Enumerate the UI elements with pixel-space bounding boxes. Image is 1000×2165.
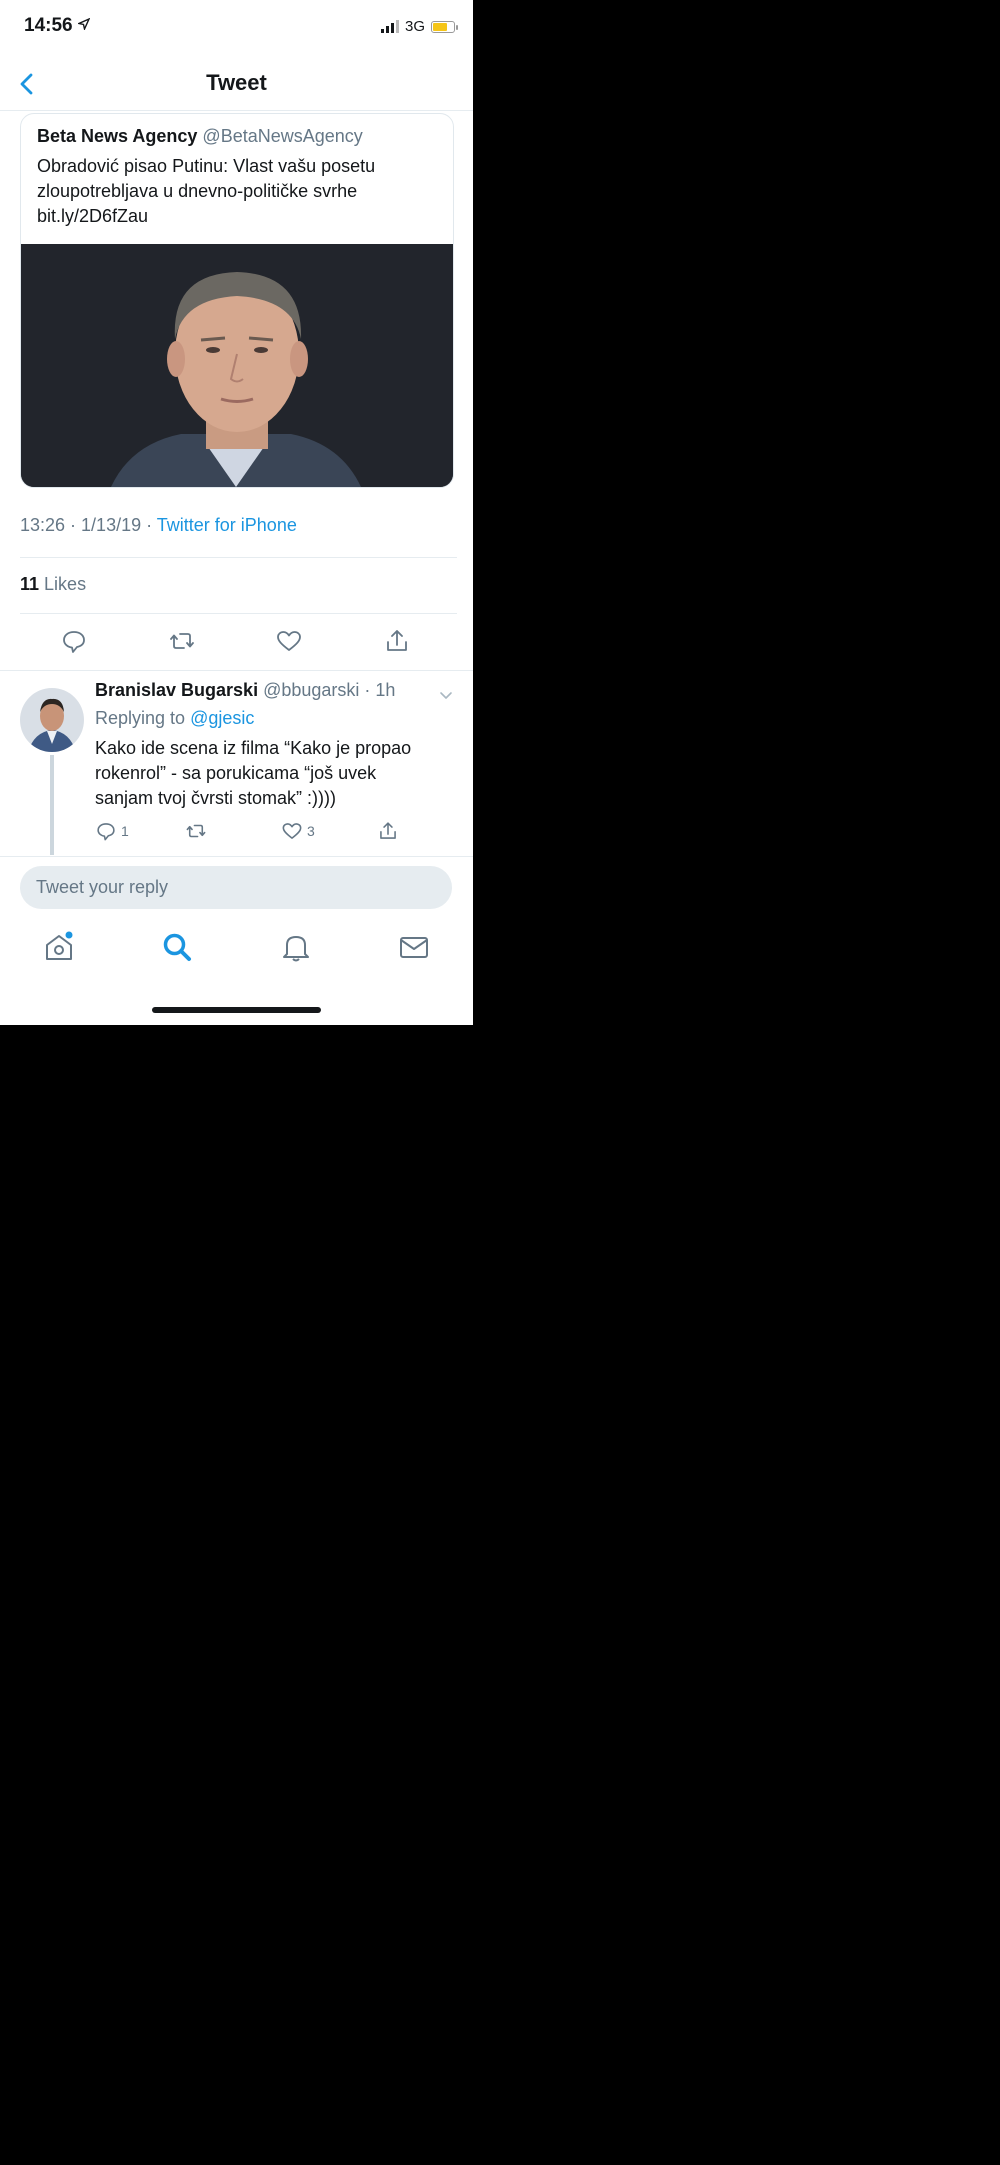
divider <box>20 557 457 558</box>
reply-text: Kako ide scena iz filma “Kako je propao … <box>95 736 455 811</box>
home-indicator <box>152 1007 321 1013</box>
reply-comment-count: 1 <box>121 823 129 839</box>
divider <box>0 856 473 857</box>
comment-icon <box>97 823 115 841</box>
comment-icon[interactable] <box>60 627 88 655</box>
quoted-text-line: Obradović pisao Putinu: Vlast vašu poset… <box>37 156 376 176</box>
quoted-tweet-text: Obradović pisao Putinu: Vlast vašu poset… <box>37 154 442 229</box>
home-icon[interactable] <box>42 930 76 964</box>
likes-label: Likes <box>44 574 87 594</box>
status-time: 14:56 <box>24 15 91 37</box>
compose-placeholder: Tweet your reply <box>36 877 169 897</box>
retweet-icon <box>186 824 206 838</box>
heart-icon <box>282 823 302 839</box>
reply-author-name[interactable]: Branislav Bugarski <box>95 680 258 700</box>
tweet-timestamp: 13:26 · 1/13/19 · Twitter for iPhone <box>20 515 297 535</box>
quoted-text-line: zloupotrebljava u dnevno-političke svrhe <box>37 181 358 201</box>
battery-icon <box>431 20 458 33</box>
reply-like-count: 3 <box>307 823 315 839</box>
quoted-tweet-header: Beta News Agency @BetaNewsAgency <box>37 126 363 147</box>
heart-icon[interactable] <box>275 627 303 655</box>
reply-like-button[interactable]: 3 <box>281 820 315 842</box>
tweet-source-link[interactable]: Twitter for iPhone <box>157 515 297 535</box>
reply-text-line: sanjam tvoj čvrsti stomak” :)))) <box>95 788 337 808</box>
chevron-down-icon[interactable] <box>437 686 455 704</box>
reply-text-line: Kako ide scena iz filma “Kako je propao <box>95 738 412 758</box>
page-title: Tweet <box>206 70 267 95</box>
bell-icon[interactable] <box>279 930 313 964</box>
phone-screen: 14:56 3G Tweet Beta News Agency @BetaNew… <box>0 0 473 1025</box>
reply-age: 1h <box>375 680 396 700</box>
reply-retweet-button[interactable] <box>185 820 207 842</box>
thread-line <box>50 755 54 855</box>
share-icon <box>380 822 396 839</box>
reply-compose-box[interactable]: Tweet your reply <box>20 866 452 909</box>
status-indicators: 3G <box>380 18 458 35</box>
navigation-bar: Tweet <box>0 60 473 111</box>
status-bar: 14:56 3G <box>0 0 473 56</box>
quoted-link[interactable]: bit.ly/2D6fZau <box>37 204 442 229</box>
avatar-image <box>20 688 84 752</box>
reply-share-button[interactable] <box>377 820 399 842</box>
replying-to-handle[interactable]: @gjesic <box>190 708 254 728</box>
location-arrow-icon <box>76 17 91 32</box>
portrait-image <box>21 244 453 487</box>
reply-author-handle: @bbugarski <box>263 680 360 700</box>
tab-bar <box>0 920 473 980</box>
tweet-actions <box>0 625 473 660</box>
quoted-author-handle: @BetaNewsAgency <box>202 126 363 146</box>
clock: 14:56 <box>24 15 73 36</box>
tweet-photo[interactable] <box>21 244 453 487</box>
network-type: 3G <box>404 18 425 35</box>
reply-actions: 1 3 <box>95 820 455 844</box>
replying-label: Replying to <box>95 708 186 728</box>
tweet-date: 1/13/19 <box>81 515 142 535</box>
retweet-icon[interactable] <box>168 627 196 655</box>
likes-count: 11 <box>20 574 40 594</box>
mail-icon[interactable] <box>397 930 431 964</box>
replying-to: Replying to @gjesic <box>95 708 254 729</box>
quoted-tweet-card[interactable]: Beta News Agency @BetaNewsAgency Obradov… <box>20 113 454 488</box>
divider <box>0 670 473 671</box>
divider <box>20 613 457 614</box>
reply-text-line: rokenrol” - sa porukicama “još uvek <box>95 763 377 783</box>
share-icon[interactable] <box>383 627 411 655</box>
avatar[interactable] <box>20 688 84 752</box>
signal-icon <box>380 20 399 33</box>
search-icon[interactable] <box>160 930 194 964</box>
tweet-time: 13:26 <box>20 515 66 535</box>
likes-count-row[interactable]: 11 Likes <box>20 574 86 595</box>
reply-header: Branislav Bugarski @bbugarski · 1h <box>95 680 396 700</box>
reply-comment-button[interactable]: 1 <box>95 820 129 842</box>
quoted-author-name: Beta News Agency <box>37 126 198 146</box>
